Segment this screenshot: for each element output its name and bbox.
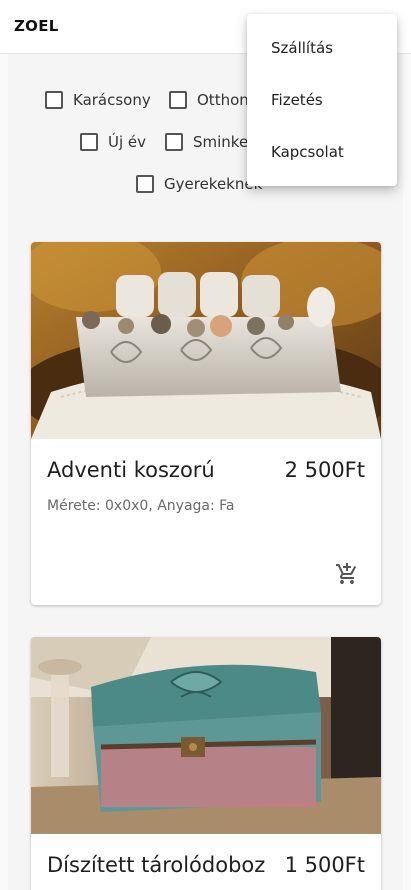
- filter-label: Otthon: [197, 91, 249, 109]
- filter-label: Karácsony: [73, 91, 151, 109]
- product-price: 1 500Ft: [284, 853, 365, 877]
- checkbox[interactable]: [45, 91, 63, 109]
- checkbox[interactable]: [169, 91, 187, 109]
- checkbox[interactable]: [165, 133, 183, 151]
- checkbox[interactable]: [80, 133, 98, 151]
- filter-label: Új év: [108, 133, 147, 151]
- brand-title[interactable]: ZOEL: [14, 17, 59, 35]
- filter-otthon[interactable]: Otthon: [169, 91, 249, 109]
- product-header: Adventi koszorú 2 500Ft: [47, 458, 365, 482]
- product-card[interactable]: Adventi koszorú 2 500Ft Mérete: 0x0x0, A…: [31, 242, 381, 605]
- menu-item-fizetes[interactable]: Fizetés: [247, 74, 397, 126]
- filter-karacsony[interactable]: Karácsony: [45, 91, 151, 109]
- product-title[interactable]: Adventi koszorú: [47, 458, 215, 482]
- product-price: 2 500Ft: [284, 458, 365, 482]
- menu-item-szallitas[interactable]: Szállítás: [247, 22, 397, 74]
- filter-gyerekeknek[interactable]: Gyerekeknek: [136, 175, 262, 193]
- filter-uj-ev[interactable]: Új év: [80, 133, 146, 151]
- product-meta: Mérete: 0x0x0, Anyaga: Fa: [47, 498, 235, 514]
- product-photo[interactable]: [31, 242, 381, 439]
- checkbox[interactable]: [136, 175, 154, 193]
- advent-wreath-photo: [31, 242, 381, 439]
- product-title[interactable]: Díszített tárolódoboz: [47, 853, 265, 877]
- product-card[interactable]: Díszített tárolódoboz 1 500Ft: [31, 637, 381, 890]
- decorated-box-photo: [31, 637, 381, 834]
- product-photo[interactable]: [31, 637, 381, 834]
- menu-item-kapcsolat[interactable]: Kapcsolat: [247, 126, 397, 178]
- add-shopping-cart-icon[interactable]: [335, 562, 359, 586]
- nav-dropdown-menu: Szállítás Fizetés Kapcsolat: [247, 14, 397, 186]
- product-header: Díszített tárolódoboz 1 500Ft: [47, 853, 365, 877]
